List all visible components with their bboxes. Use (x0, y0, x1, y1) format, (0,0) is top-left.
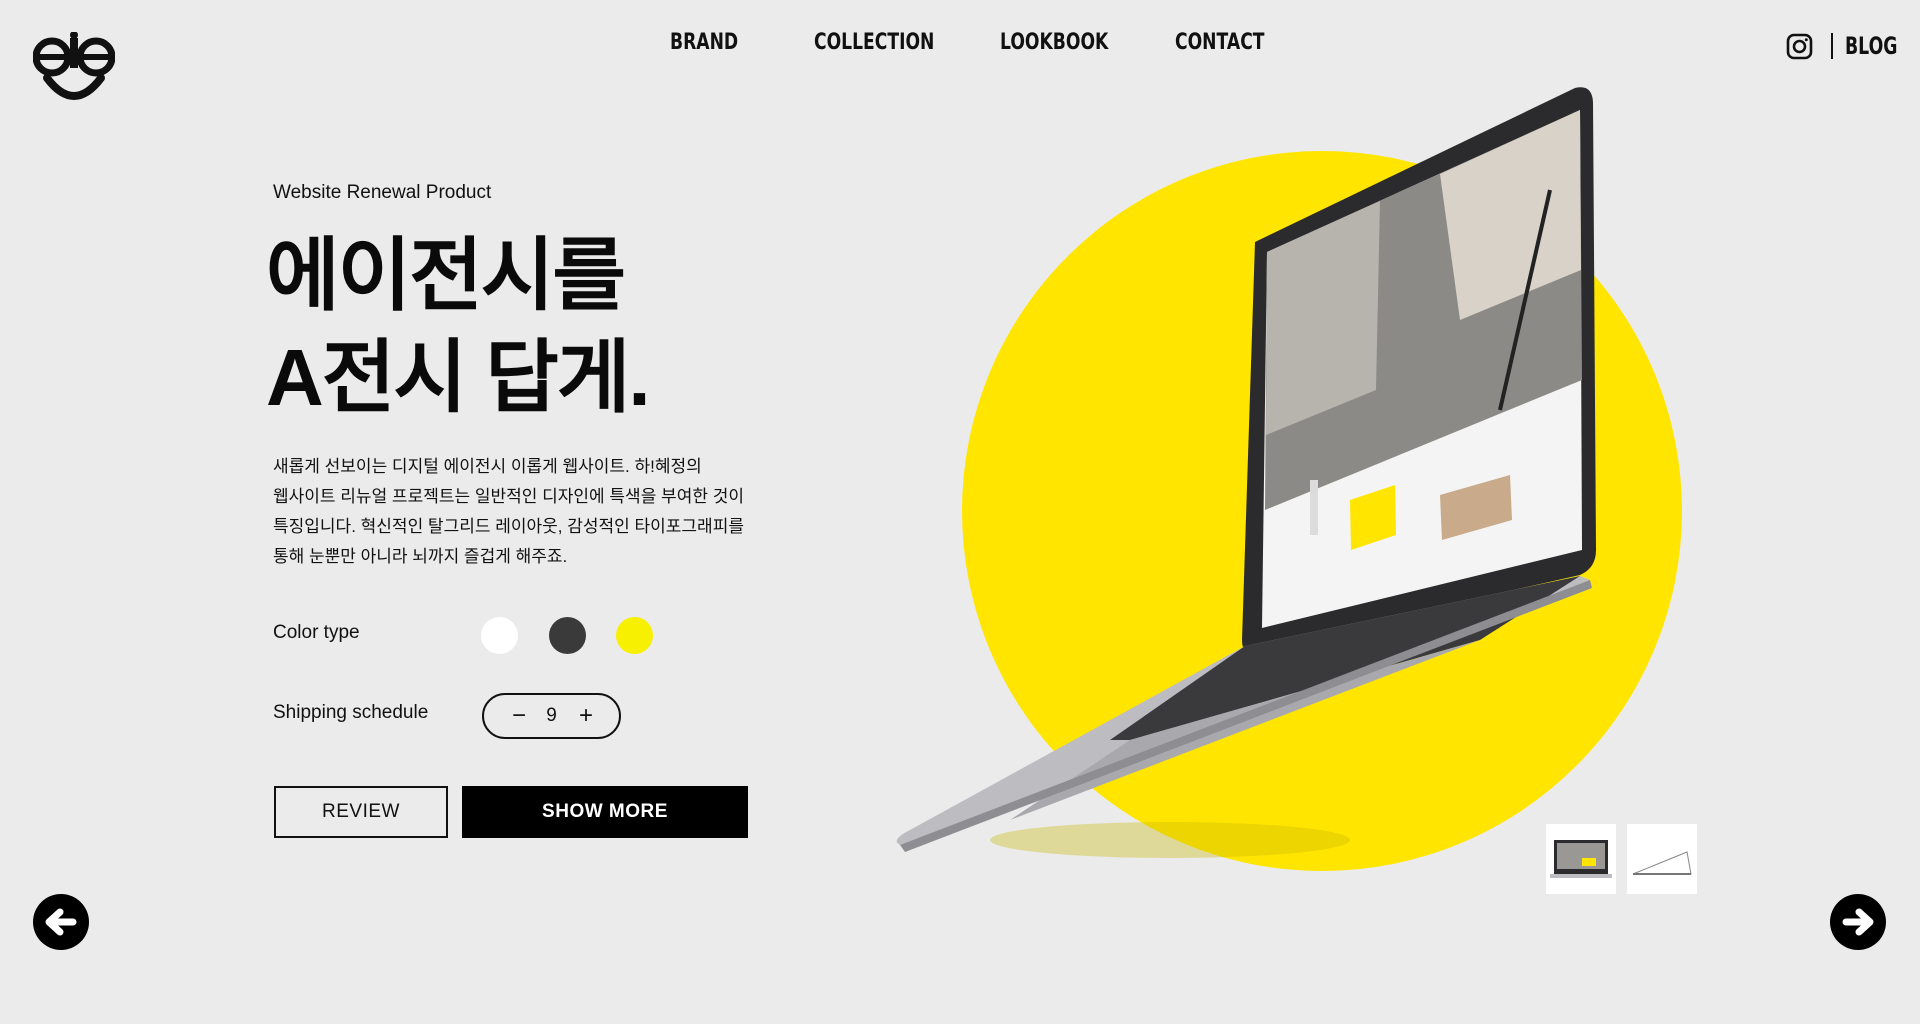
increment-button[interactable]: + (571, 699, 601, 733)
nav-collection[interactable]: COLLECTION (814, 30, 934, 55)
review-button[interactable]: REVIEW (274, 786, 448, 838)
blog-link[interactable]: BLOG (1845, 32, 1897, 60)
description-line: 웹사이트 리뉴얼 프로젝트는 일반적인 디자인에 특색을 부여한 것이 (273, 487, 744, 506)
headline-line-1: 에이전시를 (266, 231, 626, 320)
color-swatch-yellow[interactable] (616, 617, 653, 654)
nav-contact[interactable]: CONTACT (1175, 30, 1265, 55)
description-line: 새롭게 선보이는 디지털 에이전시 이롭게 웹사이트. 하!혜정의 (273, 457, 702, 476)
description-line: 통해 눈뿐만 아니라 뇌까지 즐겁게 해주죠. (273, 547, 568, 566)
thumbnail-1[interactable] (1546, 824, 1616, 894)
hero-headline: 에이전시를 A전시 답게. (266, 225, 826, 429)
quantity-value[interactable]: 9 (534, 701, 569, 731)
next-arrow-button[interactable] (1830, 894, 1886, 950)
headline-line-2: A전시 답게. (266, 333, 651, 422)
nav-brand[interactable]: BRAND (670, 30, 738, 55)
hero-description: 새롭게 선보이는 디지털 에이전시 이롭게 웹사이트. 하!혜정의 웹사이트 리… (273, 452, 793, 572)
main-nav: BRAND COLLECTION LOOKBOOK CONTACT (0, 30, 1920, 60)
nav-lookbook[interactable]: LOOKBOOK (1000, 30, 1108, 55)
header-divider (1831, 33, 1833, 59)
quantity-stepper: − 9 + (482, 693, 621, 739)
color-swatch-dark[interactable] (549, 617, 586, 654)
prev-arrow-button[interactable] (33, 894, 89, 950)
laptop-image (896, 87, 1596, 858)
instagram-icon[interactable] (1786, 33, 1813, 60)
arrow-left-icon (45, 908, 77, 936)
color-type-label: Color type (273, 622, 360, 643)
description-line: 특징입니다. 혁신적인 탈그리드 레이아웃, 감성적인 타이포그래피를 (273, 517, 744, 536)
thumbnail-2[interactable] (1627, 824, 1697, 894)
shipping-schedule-label: Shipping schedule (273, 702, 429, 723)
hero-subtitle: Website Renewal Product (273, 182, 492, 203)
decrement-button[interactable]: − (504, 699, 534, 733)
color-swatch-white[interactable] (481, 617, 518, 654)
show-more-button[interactable]: SHOW MORE (462, 786, 748, 838)
arrow-right-icon (1842, 908, 1874, 936)
